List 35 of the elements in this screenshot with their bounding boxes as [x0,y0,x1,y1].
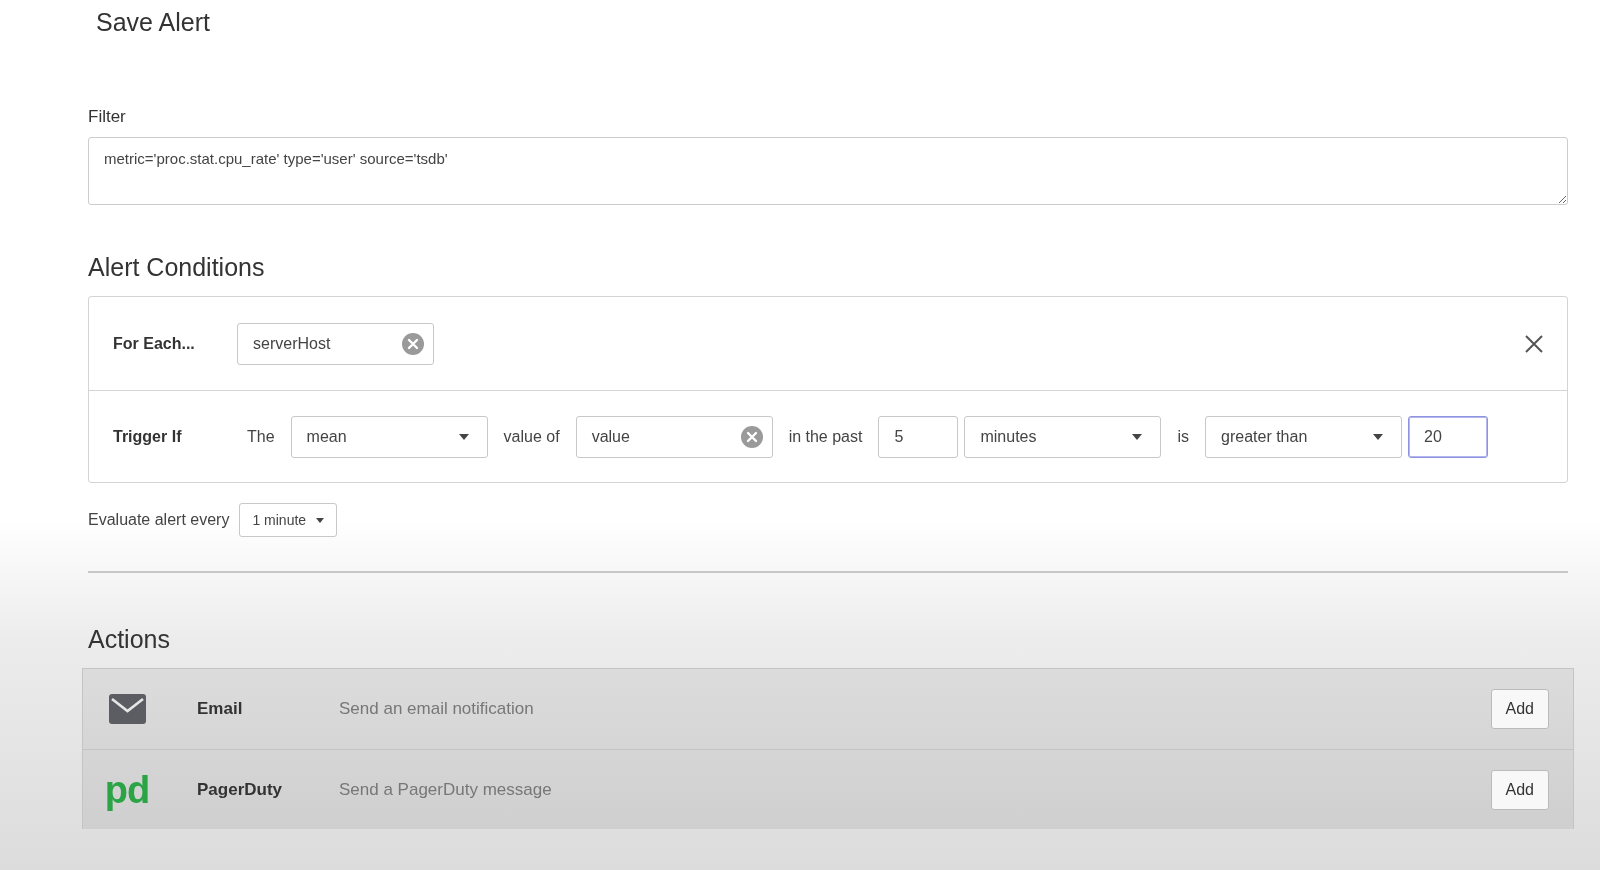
action-description: Send a PagerDuty message [339,779,553,800]
dropdown[interactable]: minutes [964,415,1162,458]
action-name: Email [197,699,244,719]
dropdown[interactable]: greater than [1205,415,1402,458]
condition-text: in the past [788,427,863,446]
section-heading: Alert Conditions [88,253,266,282]
filter-label: Filter [88,107,126,127]
action-name: PagerDuty [197,779,284,800]
number-field[interactable]: 5 [878,415,959,458]
add-button[interactable]: Add [1490,689,1549,729]
tag-field[interactable]: serverHost [237,322,434,365]
row-label: Trigger If [113,427,183,446]
envelope-icon [108,694,146,724]
add-button[interactable]: Add [1490,769,1549,810]
caret-icon [458,433,469,440]
condition-text: value of [503,427,560,446]
tag-field[interactable]: value [575,415,773,458]
clear-icon[interactable] [401,331,425,356]
section-heading: Actions [88,625,171,654]
condition-text: The [247,427,275,446]
action-description: Send an email notification [339,699,535,719]
caret-icon [1132,433,1143,440]
row-label: For Each... [113,334,196,353]
evaluate-label: Evaluate alert every [88,511,230,529]
interval-dropdown[interactable]: 1 minute [239,503,338,537]
caret-icon [1373,433,1383,440]
filter-field[interactable]: metric='proc.stat.cpu_rate' type='user' source='tsdb' [88,137,1568,205]
close-icon[interactable] [1525,334,1543,353]
clear-icon[interactable] [739,424,764,449]
page-title: Save Alert [96,8,211,37]
caret-icon [316,517,325,523]
pagerduty-logo: pd [104,770,150,809]
condition-text: is [1177,427,1189,446]
number-field[interactable]: 20 [1408,415,1488,458]
dropdown[interactable]: mean [290,415,488,458]
